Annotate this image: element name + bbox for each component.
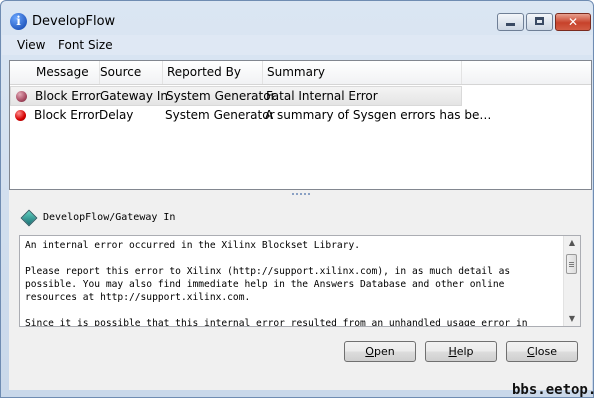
maximize-icon [535, 17, 544, 25]
column-header-summary[interactable]: Summary [263, 61, 462, 84]
minimize-icon [506, 23, 515, 26]
column-header-reported-by[interactable]: Reported By [163, 61, 263, 84]
table-row[interactable]: Block Error Gateway In System Generator … [10, 86, 462, 106]
row-message: Block Error [34, 108, 100, 122]
block-icon [20, 209, 38, 227]
info-icon: i [10, 13, 27, 30]
minimize-button[interactable] [497, 13, 524, 31]
row-summary: A summary of Sysgen errors has be… [265, 108, 492, 122]
row-message: Block Error [35, 89, 101, 103]
menu-font-size[interactable]: Font Size [58, 38, 113, 52]
splitter-handle[interactable] [292, 192, 312, 196]
scroll-up-arrow-icon[interactable]: ▲ [564, 236, 580, 250]
detail-panel: DevelopFlow/Gateway In An internal error… [9, 198, 592, 390]
close-button[interactable]: Close [506, 341, 578, 362]
menu-bar: View Font Size [2, 35, 592, 55]
row-reported-by: System Generator [166, 89, 276, 103]
menu-view[interactable]: View [17, 38, 45, 52]
content-area: Message Source Reported By Summary Block… [9, 60, 592, 390]
close-window-button[interactable]: ✕ [555, 13, 591, 31]
row-reported-by: System Generator [165, 108, 275, 122]
error-icon [16, 91, 27, 102]
column-header-message[interactable]: Message [32, 61, 100, 84]
developflow-window: i DevelopFlow ✕ View Font Size Message S… [0, 0, 594, 398]
error-icon [15, 110, 26, 121]
maximize-button[interactable] [526, 13, 553, 31]
row-source: Delay [99, 108, 134, 122]
help-button[interactable]: Help [425, 341, 497, 362]
message-detail-box[interactable]: An internal error occurred in the Xilinx… [19, 235, 581, 327]
title-bar[interactable]: i DevelopFlow ✕ [1, 1, 593, 35]
table-row[interactable]: Block Error Delay System Generator A sum… [10, 106, 491, 126]
window-title: DevelopFlow [32, 14, 116, 29]
row-source: Gateway In [100, 89, 168, 103]
block-path: DevelopFlow/Gateway In [43, 212, 176, 223]
message-detail-text: An internal error occurred in the Xilinx… [25, 240, 528, 327]
scroll-down-arrow-icon[interactable]: ▼ [564, 312, 580, 326]
vertical-scrollbar[interactable]: ▲ ▼ [563, 236, 580, 326]
column-header-source[interactable]: Source [96, 61, 163, 84]
close-icon: ✕ [567, 15, 579, 29]
open-button[interactable]: Open [344, 341, 416, 362]
message-table: Message Source Reported By Summary Block… [9, 60, 592, 190]
watermark-text: bbs.eetop.cn [512, 382, 597, 398]
table-header: Message Source Reported By Summary [10, 61, 591, 85]
scroll-thumb[interactable] [566, 254, 577, 274]
row-summary: Fatal Internal Error [266, 89, 378, 103]
